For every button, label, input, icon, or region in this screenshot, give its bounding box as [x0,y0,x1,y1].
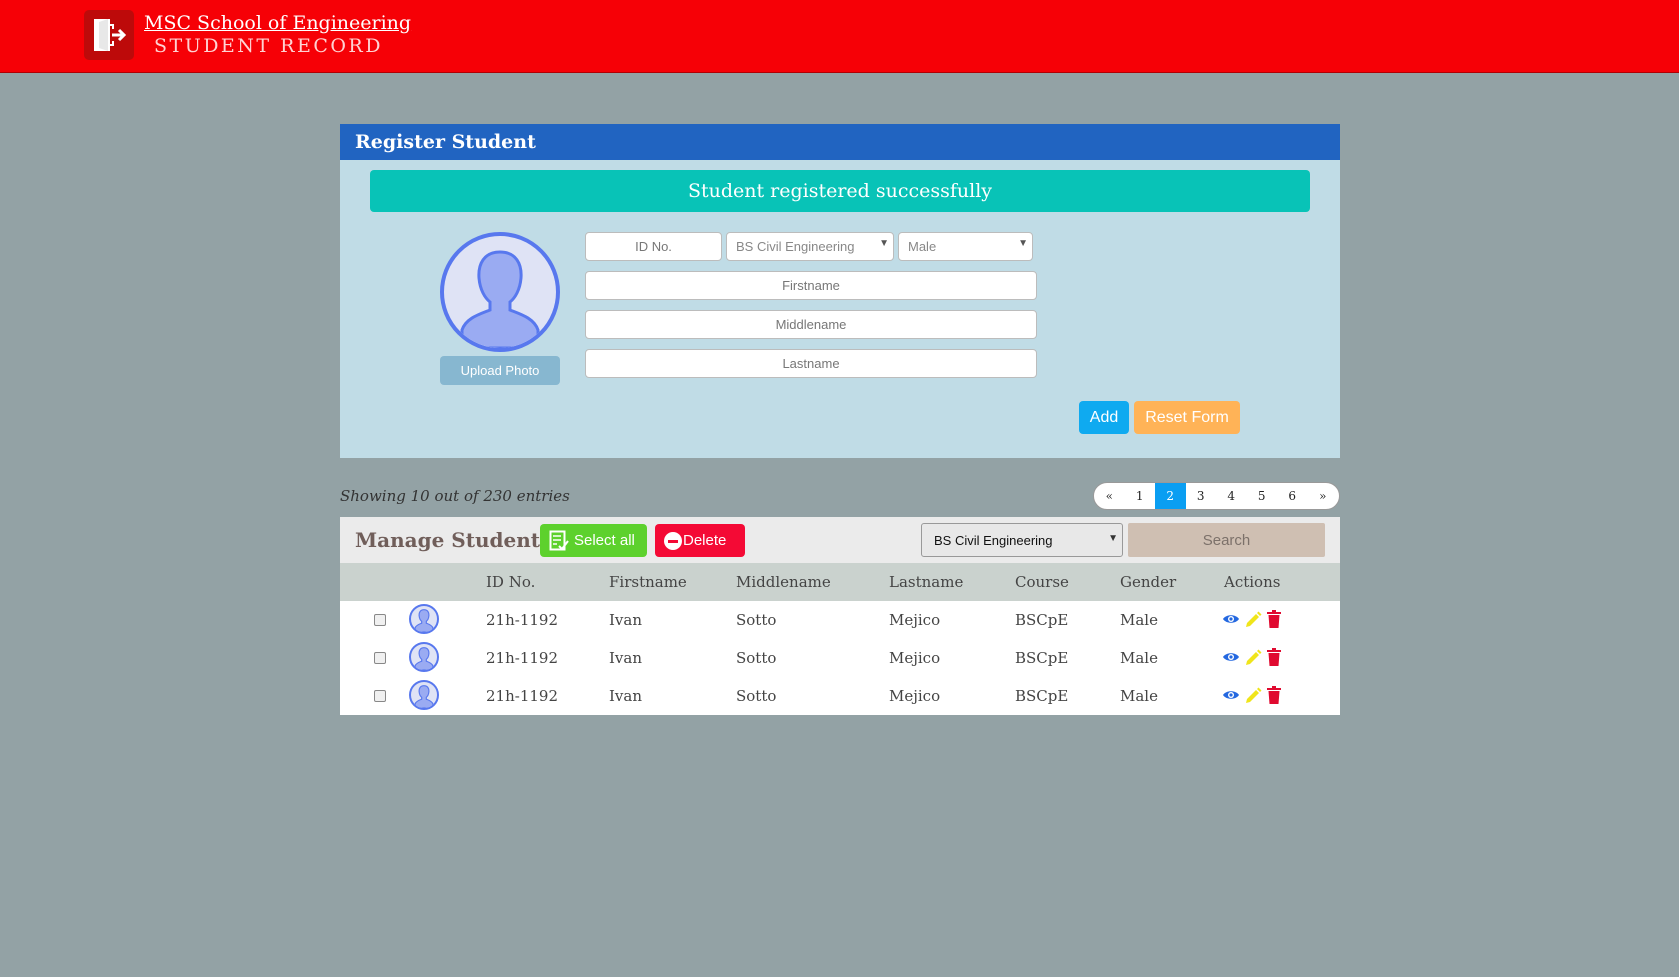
row-checkbox[interactable] [374,690,386,702]
course-filter-value: BS Civil Engineering [934,533,1053,548]
pencil-icon[interactable] [1244,648,1262,670]
eye-icon[interactable] [1222,686,1240,708]
pagination: « 1 2 3 4 5 6 » [1093,482,1340,510]
gender-select-value: Male [908,239,937,254]
eye-icon[interactable] [1222,610,1240,632]
cell-id: 21h-1192 [486,611,558,629]
cell-gender: Male [1120,611,1158,629]
avatar-icon [409,680,439,710]
col-id: ID No. [486,573,536,591]
minus-circle-icon [664,532,682,550]
trash-icon[interactable] [1266,648,1282,670]
trash-icon[interactable] [1266,610,1282,632]
page-4[interactable]: 4 [1216,483,1247,509]
cell-lastname: Mejico [889,649,941,667]
delete-button[interactable]: Delete [655,524,745,557]
select-all-button[interactable]: Select all [540,524,647,557]
checklist-icon [549,530,569,551]
col-lastname: Lastname [889,573,964,591]
chevron-down-icon: ▼ [879,238,889,249]
chevron-down-icon: ▼ [1108,533,1118,544]
avatar-icon [409,642,439,672]
lastname-input[interactable] [585,349,1037,378]
course-filter-select[interactable]: BS Civil Engineering ▼ [921,523,1123,557]
delete-label: Delete [683,532,727,549]
app-subtitle: STUDENT RECORD [154,35,383,57]
cell-firstname: Ivan [609,611,643,629]
row-checkbox[interactable] [374,614,386,626]
cell-course: BSCpE [1015,649,1069,667]
course-select-value: BS Civil Engineering [736,239,855,254]
col-course: Course [1015,573,1069,591]
chevron-down-icon: ▼ [1018,238,1028,249]
cell-course: BSCpE [1015,687,1069,705]
cell-id: 21h-1192 [486,649,558,667]
gender-select[interactable]: Male ▼ [898,232,1033,261]
upload-photo-button[interactable]: Upload Photo [440,356,560,385]
page-3[interactable]: 3 [1186,483,1217,509]
success-alert: Student registered successfully [370,170,1310,212]
table-row: 21h-1192 Ivan Sotto Mejico BSCpE Male [340,639,1340,677]
id-number-input[interactable] [585,232,722,261]
cell-lastname: Mejico [889,687,941,705]
course-select[interactable]: BS Civil Engineering ▼ [726,232,894,261]
col-middlename: Middlename [736,573,831,591]
avatar-placeholder-icon [440,232,560,352]
pencil-icon[interactable] [1244,610,1262,632]
firstname-input[interactable] [585,271,1037,300]
page-2[interactable]: 2 [1155,483,1186,509]
page-next[interactable]: » [1308,483,1339,509]
cell-gender: Male [1120,687,1158,705]
register-title: Register Student [340,124,1340,160]
cell-gender: Male [1120,649,1158,667]
col-gender: Gender [1120,573,1177,591]
cell-firstname: Ivan [609,649,643,667]
page-1[interactable]: 1 [1125,483,1156,509]
page-6[interactable]: 6 [1277,483,1308,509]
cell-lastname: Mejico [889,611,941,629]
pencil-icon[interactable] [1244,686,1262,708]
entries-count: Showing 10 out of 230 entries [340,487,570,505]
manage-toolbar: Manage Students Select all Delete BS Civ… [340,517,1340,563]
avatar-icon [409,604,439,634]
col-firstname: Firstname [609,573,687,591]
cell-id: 21h-1192 [486,687,558,705]
eye-icon[interactable] [1222,648,1240,670]
trash-icon[interactable] [1266,686,1282,708]
page-prev[interactable]: « [1094,483,1125,509]
cell-middlename: Sotto [736,649,777,667]
row-checkbox[interactable] [374,652,386,664]
table-row: 21h-1192 Ivan Sotto Mejico BSCpE Male [340,601,1340,639]
cell-middlename: Sotto [736,611,777,629]
middlename-input[interactable] [585,310,1037,339]
search-button[interactable]: Search [1128,523,1325,557]
cell-firstname: Ivan [609,687,643,705]
select-all-label: Select all [574,532,635,549]
add-button[interactable]: Add [1079,401,1129,434]
reset-form-button[interactable]: Reset Form [1134,401,1240,434]
page-5[interactable]: 5 [1247,483,1278,509]
table-header: ID No. Firstname Middlename Lastname Cou… [340,563,1340,601]
top-bar: MSC School of Engineering STUDENT RECORD [0,0,1679,73]
cell-course: BSCpE [1015,611,1069,629]
cell-middlename: Sotto [736,687,777,705]
register-panel: Register Student Student registered succ… [340,124,1340,458]
table-row: 21h-1192 Ivan Sotto Mejico BSCpE Male [340,677,1340,715]
exit-door-icon[interactable] [84,10,134,60]
col-actions: Actions [1224,573,1281,591]
manage-title: Manage Students [355,528,552,552]
school-name-link[interactable]: MSC School of Engineering [144,12,411,34]
